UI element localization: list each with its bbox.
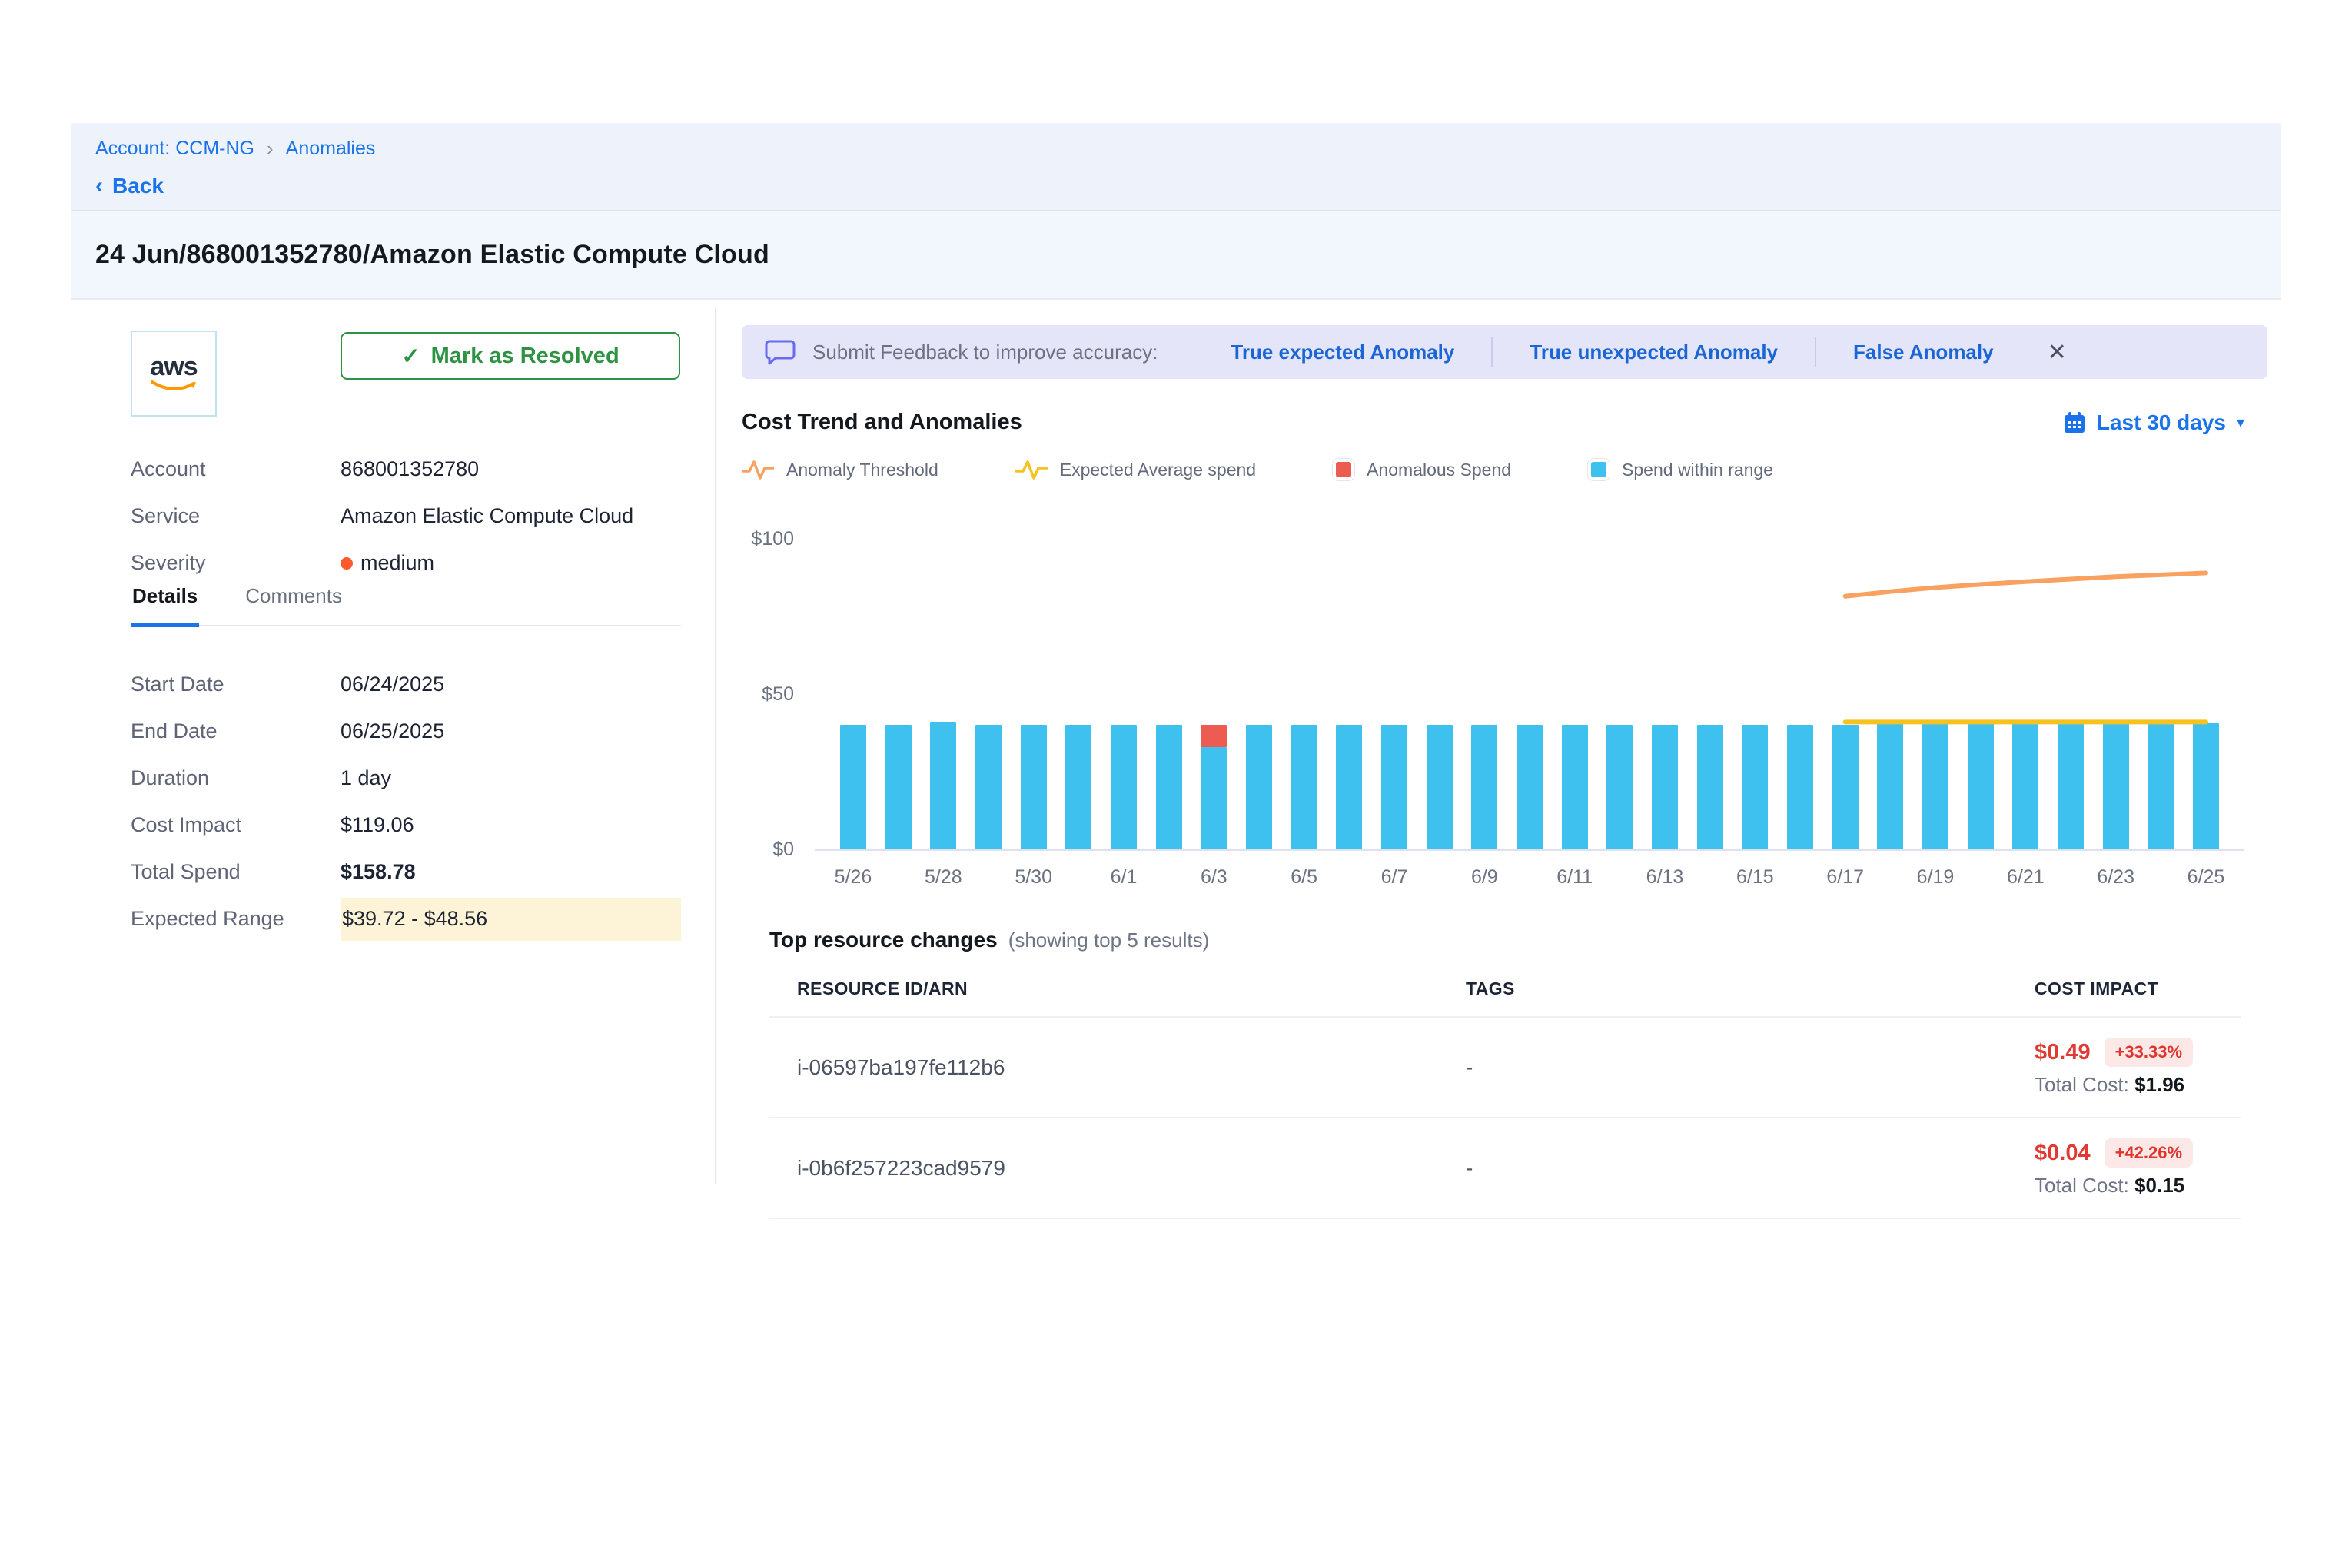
mark-as-resolved-button[interactable]: ✓ Mark as Resolved [341, 332, 680, 380]
legend-expected-average-spend[interactable]: Expected Average spend [1015, 458, 1256, 481]
aws-provider-icon: aws [131, 331, 217, 417]
x-axis-line [815, 849, 2244, 851]
x-axis-tick: 6/7 [1381, 866, 1408, 889]
cost-trend-chart: $100 $50 $0 5/265/285/306/16/36/56/76/96… [742, 500, 2267, 900]
panel-divider [715, 307, 716, 1184]
breadcrumb-account-link[interactable]: Account: CCM-NG [95, 138, 254, 160]
resources-title: Top resource changes [769, 928, 998, 952]
calendar-icon [2063, 411, 2086, 434]
col-resource-id: RESOURCE ID/ARN [797, 978, 1466, 999]
blue-square-icon [1588, 459, 1610, 480]
resource-tags: - [1466, 1055, 2035, 1080]
anomaly-detail-page: Account: CCM-NG › Anomalies ‹ Back 24 Ju… [0, 0, 2352, 1568]
feedback-bar: Submit Feedback to improve accuracy: Tru… [742, 325, 2267, 379]
legend-spend-within-range[interactable]: Spend within range [1588, 459, 1773, 480]
title-band: 24 Jun/868001352780/Amazon Elastic Compu… [71, 210, 2281, 300]
resource-id: i-06597ba197fe112b6 [797, 1055, 1466, 1080]
x-axis-tick: 6/1 [1111, 866, 1138, 889]
resources-subtitle: (showing top 5 results) [1008, 929, 1210, 952]
feedback-true-expected-button[interactable]: True expected Anomaly [1231, 341, 1454, 364]
x-axis-tick: 6/3 [1201, 866, 1227, 889]
detail-row-total-spend: Total Spend $158.78 [131, 849, 681, 895]
severity-badge: medium [341, 551, 434, 575]
trend-lines [815, 539, 2244, 849]
chart-plot: 5/265/285/306/16/36/56/76/96/116/136/156… [815, 539, 2244, 849]
x-axis-tick: 6/25 [2188, 866, 2225, 889]
check-icon: ✓ [401, 343, 420, 370]
feedback-prompt: Submit Feedback to improve accuracy: [812, 341, 1158, 364]
summary-row-account: Account 868001352780 [131, 446, 681, 493]
summary-row-severity: Severity medium [131, 540, 681, 586]
chart-header: Cost Trend and Anomalies Last 30 days ▾ [742, 410, 2267, 435]
x-axis-tick: 6/19 [1917, 866, 1955, 889]
impact-percent-badge: +42.26% [2105, 1138, 2193, 1168]
chart-title: Cost Trend and Anomalies [742, 410, 1022, 435]
detail-row-duration: Duration 1 day [131, 755, 681, 802]
legend-anomalous-spend[interactable]: Anomalous Spend [1333, 459, 1511, 480]
chart-legend: Anomaly Threshold Expected Average spend… [742, 458, 2267, 481]
feedback-divider [1491, 337, 1493, 367]
resource-cost-impact: $0.49 +33.33% Total Cost: $1.96 [2035, 1038, 2241, 1097]
pulse-line-yellow-icon [1015, 458, 1048, 481]
x-axis-tick: 6/23 [2097, 866, 2134, 889]
detail-row-end-date: End Date 06/25/2025 [131, 708, 681, 755]
back-label: Back [112, 174, 164, 198]
resource-tags: - [1466, 1156, 2035, 1181]
comment-bubble-icon [765, 339, 796, 365]
detail-row-expected-range: Expected Range $39.72 - $48.56 [131, 895, 681, 942]
red-square-icon [1333, 459, 1354, 480]
x-axis-tick: 6/9 [1471, 866, 1498, 889]
summary-list: Account 868001352780 Service Amazon Elas… [131, 446, 681, 586]
x-axis-tick: 6/15 [1736, 866, 1774, 889]
details-list: Start Date 06/24/2025 End Date 06/25/202… [131, 661, 681, 942]
trend-panel: Submit Feedback to improve accuracy: Tru… [742, 307, 2267, 1219]
table-row: i-0b6f257223cad9579 - $0.04 +42.26% Tota… [769, 1118, 2241, 1219]
y-axis-tick: $100 [742, 528, 794, 550]
x-axis-tick: 5/26 [835, 866, 872, 889]
feedback-true-unexpected-button[interactable]: True unexpected Anomaly [1530, 341, 1778, 364]
page-title: 24 Jun/868001352780/Amazon Elastic Compu… [95, 240, 769, 270]
top-resource-changes: Top resource changes (showing top 5 resu… [769, 928, 2241, 1219]
aws-smile-icon [149, 380, 198, 394]
breadcrumb: Account: CCM-NG › Anomalies [95, 137, 2257, 161]
x-axis-tick: 6/21 [2007, 866, 2045, 889]
x-axis-tick: 5/30 [1015, 866, 1052, 889]
impact-percent-badge: +33.33% [2105, 1038, 2193, 1067]
feedback-divider [1815, 337, 1816, 367]
caret-down-icon: ▾ [2237, 413, 2244, 432]
detail-row-start-date: Start Date 06/24/2025 [131, 661, 681, 708]
close-icon[interactable]: ✕ [2048, 339, 2067, 366]
resource-cost-impact: $0.04 +42.26% Total Cost: $0.15 [2035, 1138, 2241, 1198]
summary-row-service: Service Amazon Elastic Compute Cloud [131, 493, 681, 540]
resources-table: RESOURCE ID/ARN TAGS COST IMPACT i-06597… [769, 978, 2241, 1219]
legend-anomaly-threshold[interactable]: Anomaly Threshold [742, 458, 938, 481]
resources-table-header: RESOURCE ID/ARN TAGS COST IMPACT [769, 978, 2241, 1018]
breadcrumb-anomalies-link[interactable]: Anomalies [286, 138, 376, 160]
detail-row-cost-impact: Cost Impact $119.06 [131, 802, 681, 849]
pulse-line-orange-icon [742, 458, 774, 481]
x-axis-tick: 6/13 [1646, 866, 1684, 889]
severity-dot-icon [341, 557, 353, 570]
col-tags: TAGS [1466, 978, 2035, 999]
chevron-right-icon: › [267, 137, 274, 161]
detail-tabs: Details Comments [131, 584, 681, 626]
anomaly-threshold-line [1845, 573, 2206, 596]
col-cost-impact: COST IMPACT [2035, 978, 2241, 999]
x-axis-tick: 6/17 [1826, 866, 1864, 889]
back-button[interactable]: ‹ Back [95, 173, 2257, 199]
expected-range-highlight: $39.72 - $48.56 [341, 898, 681, 941]
back-arrow-icon: ‹ [95, 173, 103, 199]
tab-comments[interactable]: Comments [244, 584, 344, 625]
x-axis-tick: 6/11 [1556, 866, 1593, 889]
table-row: i-06597ba197fe112b6 - $0.49 +33.33% Tota… [769, 1018, 2241, 1118]
tab-details[interactable]: Details [131, 584, 199, 627]
y-axis-tick: $50 [742, 683, 794, 706]
feedback-false-anomaly-button[interactable]: False Anomaly [1853, 341, 1994, 364]
x-axis-tick: 5/28 [925, 866, 962, 889]
x-axis-tick: 6/5 [1291, 866, 1317, 889]
date-range-selector[interactable]: Last 30 days ▾ [2063, 410, 2244, 435]
breadcrumb-band: Account: CCM-NG › Anomalies ‹ Back [71, 123, 2281, 210]
resource-id: i-0b6f257223cad9579 [797, 1156, 1466, 1181]
y-axis-tick: $0 [742, 839, 794, 861]
